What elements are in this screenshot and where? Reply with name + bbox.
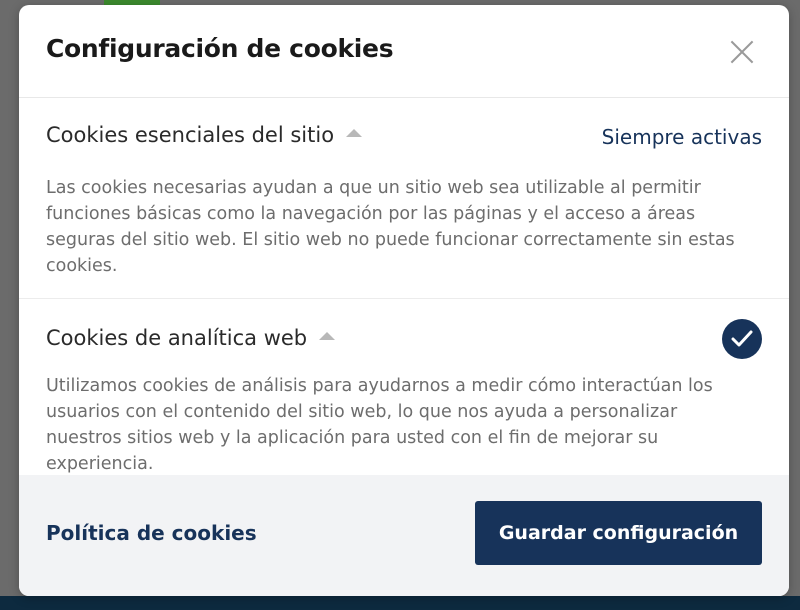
- analytics-cookies-toggle[interactable]: Cookies de analítica web: [46, 326, 336, 350]
- analytics-cookies-section: Cookies de analítica web Utilizamos cook…: [19, 299, 789, 476]
- always-active-label: Siempre activas: [601, 125, 762, 149]
- cookie-policy-link[interactable]: Política de cookies: [46, 521, 257, 545]
- save-settings-button[interactable]: Guardar configuración: [475, 501, 762, 565]
- essential-cookies-description: Las cookies necesarias ayudan a que un s…: [46, 178, 735, 276]
- checkmark-icon: [731, 330, 753, 347]
- essential-cookies-toggle[interactable]: Cookies esenciales del sitio: [46, 123, 363, 147]
- caret-up-icon: [319, 332, 336, 340]
- modal-header: Configuración de cookies: [19, 5, 789, 98]
- essential-cookies-title: Cookies esenciales del sitio: [46, 123, 335, 147]
- essential-cookies-section: Cookies esenciales del sitio Siempre act…: [19, 98, 789, 299]
- background-footer-bar: [0, 596, 800, 610]
- cookie-settings-modal: Configuración de cookies Cookies esencia…: [19, 5, 789, 596]
- modal-footer: Política de cookies Guardar configuració…: [19, 475, 789, 596]
- analytics-cookies-checkbox[interactable]: [722, 319, 762, 359]
- caret-up-icon: [346, 129, 363, 137]
- close-icon[interactable]: [728, 38, 756, 66]
- analytics-cookies-description: Utilizamos cookies de análisis para ayud…: [46, 376, 713, 474]
- modal-title: Configuración de cookies: [46, 34, 394, 63]
- analytics-cookies-title: Cookies de analítica web: [46, 326, 308, 350]
